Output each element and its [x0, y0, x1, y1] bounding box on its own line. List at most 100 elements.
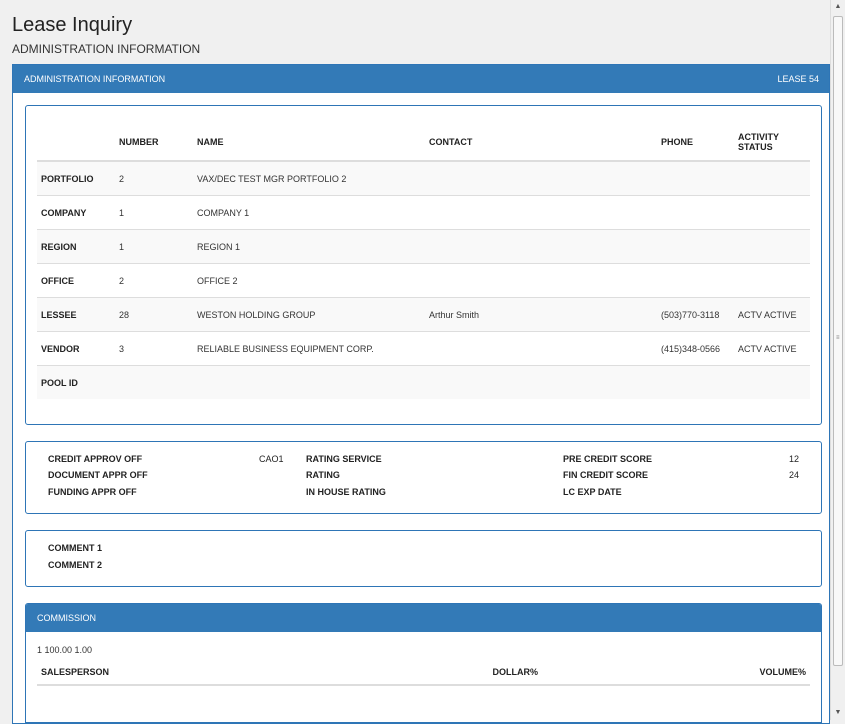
cell-name: OFFICE 2 [193, 263, 425, 298]
scroll-down-arrow-icon[interactable]: ▼ [831, 706, 845, 720]
cell-contact: Arthur Smith [425, 297, 657, 332]
col-header-dollar-pct: DOLLAR% [354, 660, 542, 686]
cell-status [734, 229, 810, 264]
credit-label2: RATING SERVICE [306, 454, 382, 464]
commission-header: COMMISSION [26, 604, 821, 632]
cell-label: POOL ID [37, 365, 115, 399]
comment-1-label: COMMENT 1 [48, 543, 102, 553]
cell-contact [425, 365, 657, 399]
cell-number: 1 [115, 229, 193, 264]
col-header-activity-status: ACTIVITY STATUS [734, 124, 810, 162]
administration-panel: ADMINISTRATION INFORMATION LEASE 54 NUMB… [12, 64, 830, 724]
credit-value3: 12 [788, 454, 799, 464]
cell-status [734, 365, 810, 399]
cell-name: RELIABLE BUSINESS EQUIPMENT CORP. [193, 331, 425, 366]
lease-number: LEASE 54 [777, 74, 819, 84]
administration-panel-header: ADMINISTRATION INFORMATION LEASE 54 [13, 65, 829, 93]
commission-table: SALESPERSON DOLLAR% VOLUME% [37, 660, 810, 686]
cell-phone: (503)770-3118 [657, 297, 734, 332]
cell-contact [425, 263, 657, 298]
credit-value1: CAO1 [259, 454, 284, 464]
table-row: POOL ID [37, 365, 810, 399]
cell-phone [657, 160, 734, 196]
cell-status: ACTV ACTIVE [734, 297, 810, 332]
cell-contact [425, 195, 657, 230]
cell-status [734, 263, 810, 298]
commission-box: COMMISSION 1 100.00 1.00 SALESPERSON DOL… [25, 603, 822, 723]
scroll-up-arrow-icon[interactable]: ▲ [831, 0, 845, 14]
col-header-name: NAME [193, 124, 425, 162]
col-header-phone: PHONE [657, 124, 734, 162]
credit-label3: FIN CREDIT SCORE [563, 470, 649, 481]
cell-phone [657, 229, 734, 264]
admin-table-header-row: NUMBER NAME CONTACT PHONE ACTIVITY STATU… [37, 124, 810, 162]
credit-label1: CREDIT APPROV OFF [48, 454, 143, 464]
credit-row: CREDIT APPROV OFF CAO1 RATING SERVICE PRE C… [48, 454, 799, 470]
page: Lease Inquiry ADMINISTRATION INFORMATION… [0, 0, 830, 724]
cell-contact [425, 160, 657, 196]
credit-label3: PRE CREDIT SCORE [563, 454, 653, 464]
credit-row: DOCUMENT APPR OFF RATING FIN CREDIT SCORE 2… [48, 470, 799, 486]
cell-name: COMPANY 1 [193, 195, 425, 230]
cell-phone: (415)348-0566 [657, 331, 734, 366]
cell-number: 1 [115, 195, 193, 230]
page-title: Lease Inquiry [12, 14, 133, 36]
table-row: COMPANY 1 COMPANY 1 [37, 195, 810, 230]
col-header-volume-pct: VOLUME% [542, 660, 810, 686]
credit-row: FUNDING APPR OFF IN HOUSE RATING LC EXP DA… [48, 487, 799, 503]
credit-label3: LC EXP DATE [563, 486, 622, 497]
scrollbar-grip-icon: ≡ [836, 335, 840, 341]
cell-contact [425, 229, 657, 264]
cell-number [115, 365, 193, 399]
cell-status [734, 195, 810, 230]
cell-name: REGION 1 [193, 229, 425, 264]
commission-values: 1 100.00 1.00 [37, 645, 93, 655]
cell-phone [657, 365, 734, 399]
table-row: VENDOR 3 RELIABLE BUSINESS EQUIPMENT CORP.… [37, 331, 810, 366]
credit-value3: 24 [788, 470, 799, 481]
commission-header-row: SALESPERSON DOLLAR% VOLUME% [37, 660, 810, 686]
comment-2-label: COMMENT 2 [48, 559, 102, 570]
comments: COMMENT 1 COMMENT 2 [48, 543, 102, 576]
page-subtitle: ADMINISTRATION INFORMATION [12, 42, 201, 56]
cell-number: 28 [115, 297, 193, 332]
credit-box: CREDIT APPROV OFF CAO1 RATING SERVICE PRE C… [25, 441, 822, 514]
vertical-scrollbar[interactable]: ▲ ≡ ▼ [830, 0, 845, 720]
cell-name: WESTON HOLDING GROUP [193, 297, 425, 332]
admin-table-body: PORTFOLIO 2 VAX/DEC TEST MGR PORTFOLIO 2 CO… [37, 160, 810, 399]
table-row: OFFICE 2 OFFICE 2 [37, 263, 810, 298]
credit-label1: FUNDING APPR OFF [48, 486, 137, 497]
cell-status [734, 160, 810, 196]
credit-label2: RATING [306, 470, 340, 481]
cell-label: REGION [37, 229, 115, 264]
table-row: REGION 1 REGION 1 [37, 229, 810, 264]
cell-phone [657, 263, 734, 298]
scrollbar-thumb[interactable]: ≡ [833, 16, 843, 666]
col-header-number: NUMBER [115, 124, 193, 162]
cell-number: 2 [115, 263, 193, 298]
cell-name: VAX/DEC TEST MGR PORTFOLIO 2 [193, 160, 425, 196]
cell-name [193, 365, 425, 399]
credit-label1: DOCUMENT APPR OFF [48, 470, 148, 481]
cell-label: COMPANY [37, 195, 115, 230]
col-header-salesperson: SALESPERSON [37, 660, 354, 686]
cell-label: PORTFOLIO [37, 160, 115, 196]
panel-header-title: ADMINISTRATION INFORMATION [24, 74, 166, 84]
table-row: PORTFOLIO 2 VAX/DEC TEST MGR PORTFOLIO 2 [37, 160, 810, 196]
cell-label: VENDOR [37, 331, 115, 366]
cell-number: 3 [115, 331, 193, 366]
commission-title: COMMISSION [37, 613, 97, 623]
comments-box: COMMENT 1 COMMENT 2 [25, 530, 822, 587]
table-row: LESSEE 28 WESTON HOLDING GROUP Arthur Smith… [37, 297, 810, 332]
cell-number: 2 [115, 160, 193, 196]
admin-table: NUMBER NAME CONTACT PHONE ACTIVITY STATU… [37, 124, 810, 399]
admin-table-box: NUMBER NAME CONTACT PHONE ACTIVITY STATU… [25, 105, 822, 425]
cell-status: ACTV ACTIVE [734, 331, 810, 366]
credit-label2: IN HOUSE RATING [306, 486, 386, 497]
cell-contact [425, 331, 657, 366]
cell-phone [657, 195, 734, 230]
cell-label: OFFICE [37, 263, 115, 298]
col-header-label [37, 124, 115, 162]
credit-grid: CREDIT APPROV OFF CAO1 RATING SERVICE PRE C… [48, 454, 799, 503]
cell-label: LESSEE [37, 297, 115, 332]
